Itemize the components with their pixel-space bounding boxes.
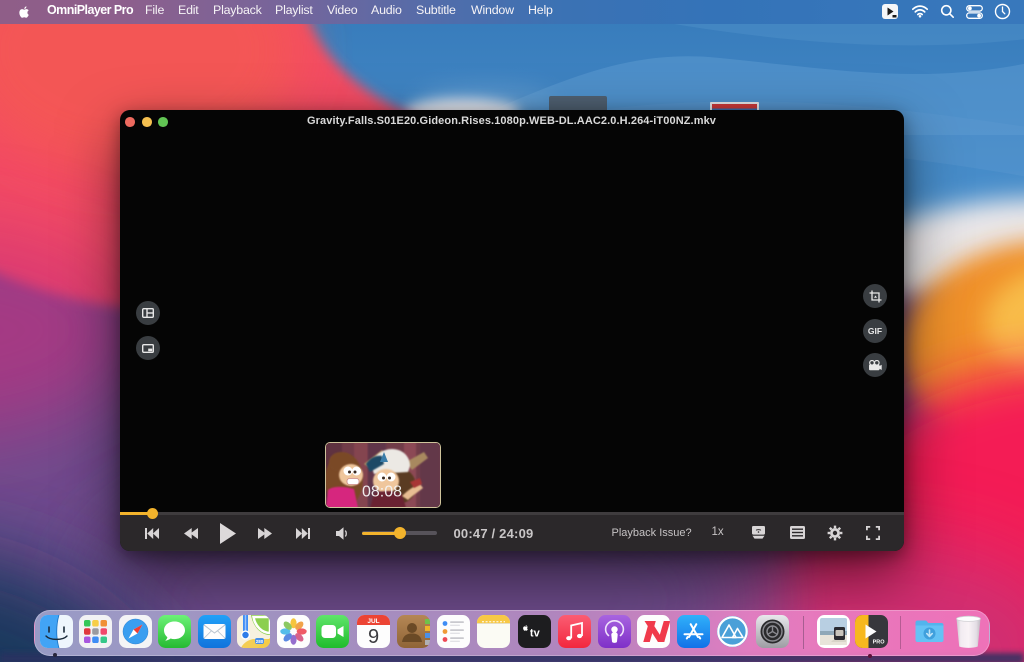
- svg-text:280: 280: [256, 639, 264, 644]
- svg-text:PRO: PRO: [872, 640, 885, 646]
- svg-text:9: 9: [368, 626, 379, 648]
- svg-text:08:08: 08:08: [362, 483, 402, 500]
- svg-text:JUL: JUL: [367, 618, 379, 625]
- svg-text:tv: tv: [529, 628, 540, 640]
